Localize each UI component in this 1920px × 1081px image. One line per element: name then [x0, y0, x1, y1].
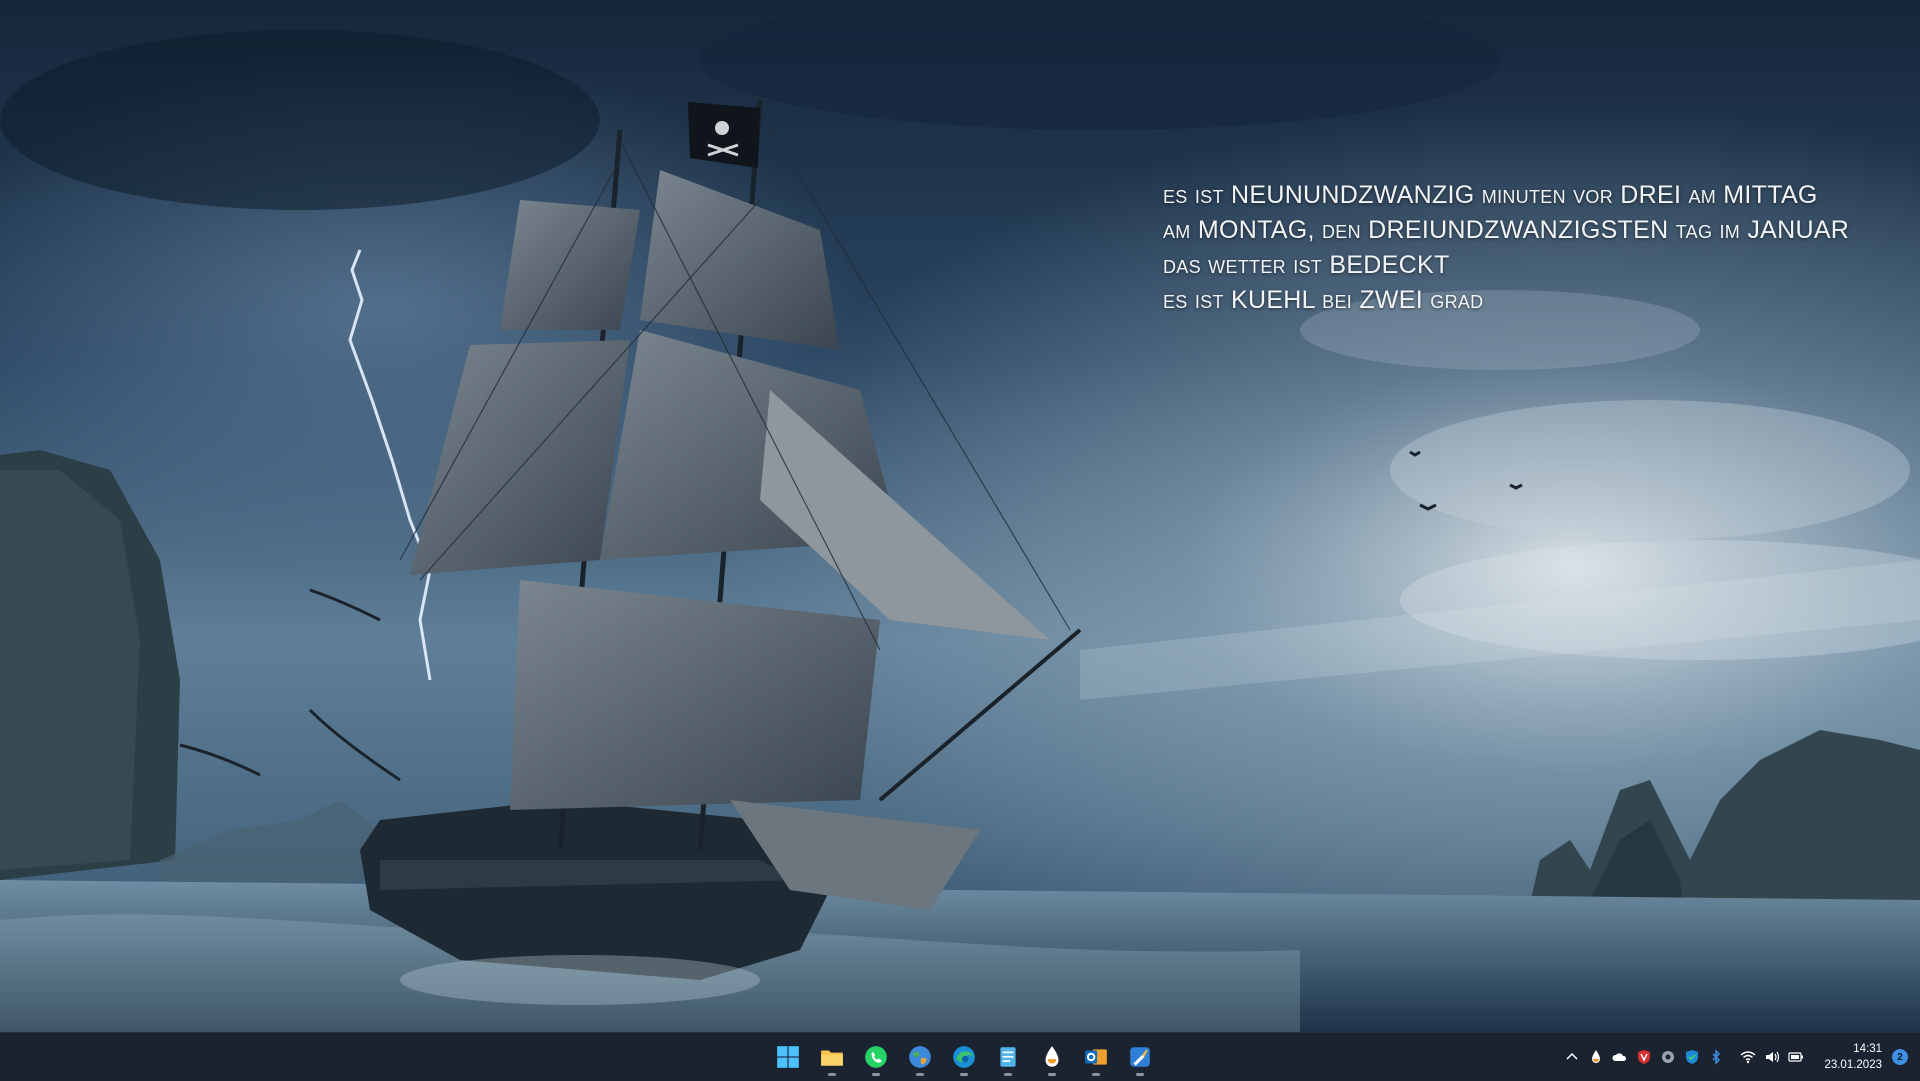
running-indicator	[872, 1073, 880, 1076]
tray-windows-security[interactable]	[1680, 1041, 1704, 1073]
shield-icon	[1638, 1050, 1651, 1064]
start-button[interactable]	[768, 1037, 808, 1077]
whatsapp-button[interactable]	[856, 1037, 896, 1077]
paint-icon	[1130, 1047, 1150, 1067]
battery-icon	[1788, 1052, 1804, 1062]
battery-button[interactable]	[1784, 1041, 1808, 1073]
clock-button[interactable]: 14:31 23.01.2023	[1808, 1041, 1892, 1073]
bluetooth-icon	[1712, 1049, 1721, 1065]
globe-app-button[interactable]	[900, 1037, 940, 1077]
whatsapp-icon	[865, 1046, 887, 1068]
windows-logo-icon	[777, 1046, 799, 1068]
tray-antivirus[interactable]	[1632, 1041, 1656, 1073]
running-indicator	[1136, 1073, 1144, 1076]
pirate-ship-wallpaper	[0, 0, 1920, 1032]
edge-icon	[953, 1046, 975, 1068]
drop-icon	[1592, 1050, 1601, 1063]
tray-settings-app[interactable]	[1656, 1041, 1680, 1073]
clock-date: 23.01.2023	[1824, 1059, 1882, 1071]
outlook-icon	[1085, 1049, 1107, 1065]
tray-drop-app[interactable]	[1584, 1041, 1608, 1073]
drop-icon	[1045, 1046, 1059, 1067]
show-hidden-icons-button[interactable]	[1560, 1041, 1584, 1073]
notepad-button[interactable]	[988, 1037, 1028, 1077]
network-button[interactable]	[1736, 1041, 1760, 1073]
running-indicator	[828, 1073, 836, 1076]
overlay-date-line: am MONTAG, den DREIUNDZWANZIGSTEN tag im…	[1163, 216, 1850, 244]
cloud-icon	[1612, 1053, 1627, 1061]
running-indicator	[1048, 1073, 1056, 1076]
volume-icon	[1766, 1051, 1780, 1063]
outlook-button[interactable]	[1076, 1037, 1116, 1077]
overlay-time-line: es ist NEUNUNDZWANZIG minuten vor DREI a…	[1163, 181, 1818, 209]
desktop-wallpaper	[0, 0, 1920, 1032]
clock-time: 14:31	[1853, 1043, 1882, 1055]
overlay-weather-line: das wetter ist BEDECKT	[1163, 251, 1450, 279]
gear-icon	[1662, 1051, 1675, 1063]
drop-app-button[interactable]	[1032, 1037, 1072, 1077]
tray-bluetooth[interactable]	[1704, 1041, 1728, 1073]
time-weather-text-widget: es ist NEUNUNDZWANZIG minuten vor DREI a…	[1163, 178, 1849, 318]
globe-icon	[909, 1046, 931, 1068]
running-indicator	[960, 1073, 968, 1076]
tray-onedrive[interactable]	[1608, 1041, 1632, 1073]
security-icon	[1686, 1050, 1699, 1064]
file-explorer-button[interactable]	[812, 1037, 852, 1077]
wifi-icon	[1740, 1051, 1756, 1064]
running-indicator	[1092, 1073, 1100, 1076]
volume-button[interactable]	[1760, 1041, 1784, 1073]
notification-badge[interactable]: 2	[1892, 1049, 1908, 1065]
tray-spacer	[1728, 1041, 1736, 1073]
notepad-icon	[1000, 1047, 1016, 1067]
paint-app-button[interactable]	[1120, 1037, 1160, 1077]
chevron-up-icon	[1566, 1052, 1578, 1060]
overlay-temperature-line: es ist KUEHL bei ZWEI grad	[1163, 286, 1484, 314]
taskbar-pinned-apps	[768, 1033, 1160, 1081]
running-indicator	[916, 1073, 924, 1076]
system-tray: 14:31 23.01.2023 2	[1560, 1033, 1920, 1081]
edge-button[interactable]	[944, 1037, 984, 1077]
taskbar: 14:31 23.01.2023 2	[0, 1032, 1920, 1081]
folder-icon	[821, 1050, 843, 1066]
running-indicator	[1004, 1073, 1012, 1076]
